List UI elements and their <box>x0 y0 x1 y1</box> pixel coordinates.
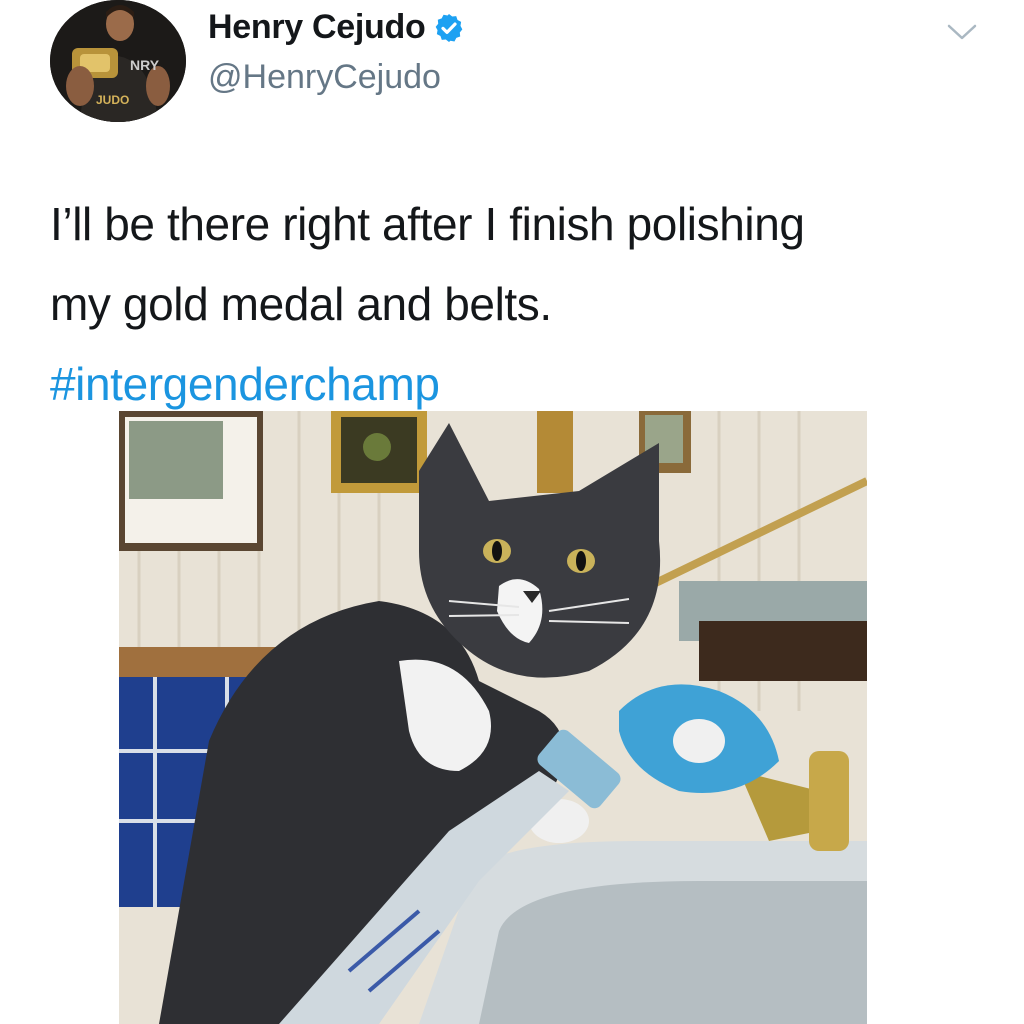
chevron-down-icon[interactable] <box>944 18 980 46</box>
avatar-shirt-text: NRY <box>130 57 160 73</box>
author-handle[interactable]: @HenryCejudo <box>208 58 441 97</box>
avatar[interactable]: NRY JUDO <box>50 0 186 122</box>
tweet-text: I’ll be there right after I finish polis… <box>50 184 970 424</box>
avatar-image: NRY JUDO <box>50 0 186 122</box>
tweet-text-line-1: I’ll be there right after I finish polis… <box>50 198 805 250</box>
tweet-text-line-2: my gold medal and belts. <box>50 278 552 330</box>
verified-badge-icon <box>436 13 463 42</box>
tweet-media-image[interactable] <box>119 411 867 1024</box>
display-name[interactable]: Henry Cejudo <box>208 8 426 47</box>
author-name-row: Henry Cejudo <box>208 8 465 47</box>
avatar-shirt-text-2: JUDO <box>96 93 129 107</box>
tweet: NRY JUDO Henry Cejudo @HenryCejudo I’ll … <box>0 0 1024 1024</box>
